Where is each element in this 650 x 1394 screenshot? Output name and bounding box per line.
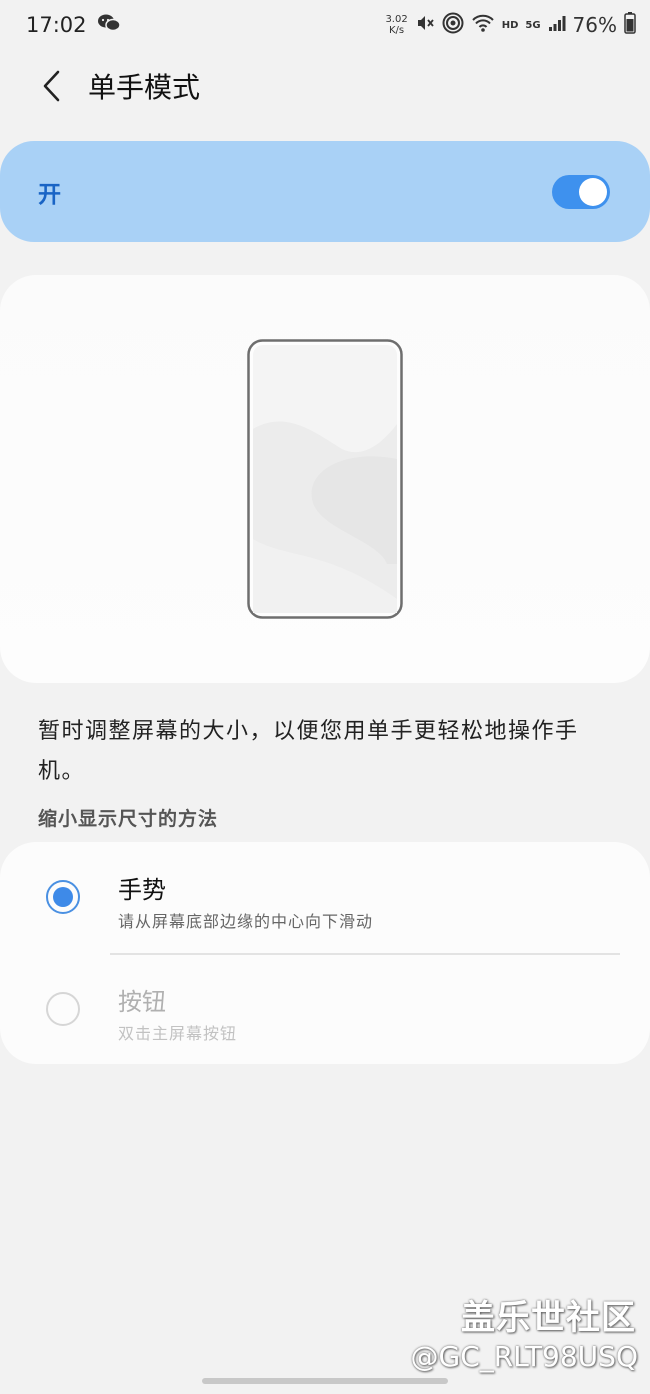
master-switch-row[interactable]: 开: [0, 141, 650, 242]
wechat-icon: [97, 13, 121, 38]
preview-card: [0, 275, 650, 683]
network-speed: 3.02 K/s: [385, 14, 408, 36]
chevron-left-icon: [43, 70, 60, 102]
radio-button[interactable]: [46, 992, 80, 1026]
option-gesture[interactable]: 手势 请从屏幕底部边缘的中心向下滑动: [0, 842, 650, 952]
hotspot-icon: [442, 12, 464, 38]
option-button[interactable]: 按钮 双击主屏幕按钮: [0, 954, 650, 1064]
feature-description: 暂时调整屏幕的大小，以便您用单手更轻松地操作手机。: [38, 719, 579, 784]
section-header-method: 缩小显示尺寸的方法: [38, 808, 219, 830]
hd-indicator: HD: [501, 19, 519, 31]
method-options-card: 手势 请从屏幕底部边缘的中心向下滑动 按钮 双击主屏幕按钮: [0, 842, 650, 1064]
clock: 17:02: [26, 13, 87, 37]
app-header: 单手模式: [0, 56, 650, 116]
option-subtitle: 双击主屏幕按钮: [118, 1024, 238, 1043]
mute-icon: [415, 13, 435, 37]
watermark-site: 盖乐世社区: [461, 1298, 636, 1338]
network-type: 5G: [525, 19, 541, 31]
option-subtitle: 请从屏幕底部边缘的中心向下滑动: [118, 912, 374, 931]
battery-icon: [624, 12, 636, 38]
back-button[interactable]: [22, 56, 82, 116]
status-bar: 17:02 3.02 K/s HD 5G 76%: [0, 0, 650, 50]
watermark-user: @GC_RLT98USQ: [410, 1340, 639, 1373]
wifi-icon: [471, 13, 495, 37]
signal-icon: [548, 14, 566, 36]
page-title: 单手模式: [88, 71, 201, 104]
option-title: 按钮: [118, 988, 166, 1016]
radio-selected-dot: [53, 887, 73, 907]
home-indicator[interactable]: [202, 1378, 448, 1384]
master-switch-label: 开: [38, 181, 61, 208]
radio-gesture[interactable]: [46, 880, 80, 914]
battery-percent: 76%: [572, 13, 617, 37]
switch-knob: [579, 177, 607, 206]
master-switch[interactable]: [552, 174, 610, 209]
phone-illustration-icon: [247, 339, 403, 619]
option-title: 手势: [118, 876, 166, 904]
